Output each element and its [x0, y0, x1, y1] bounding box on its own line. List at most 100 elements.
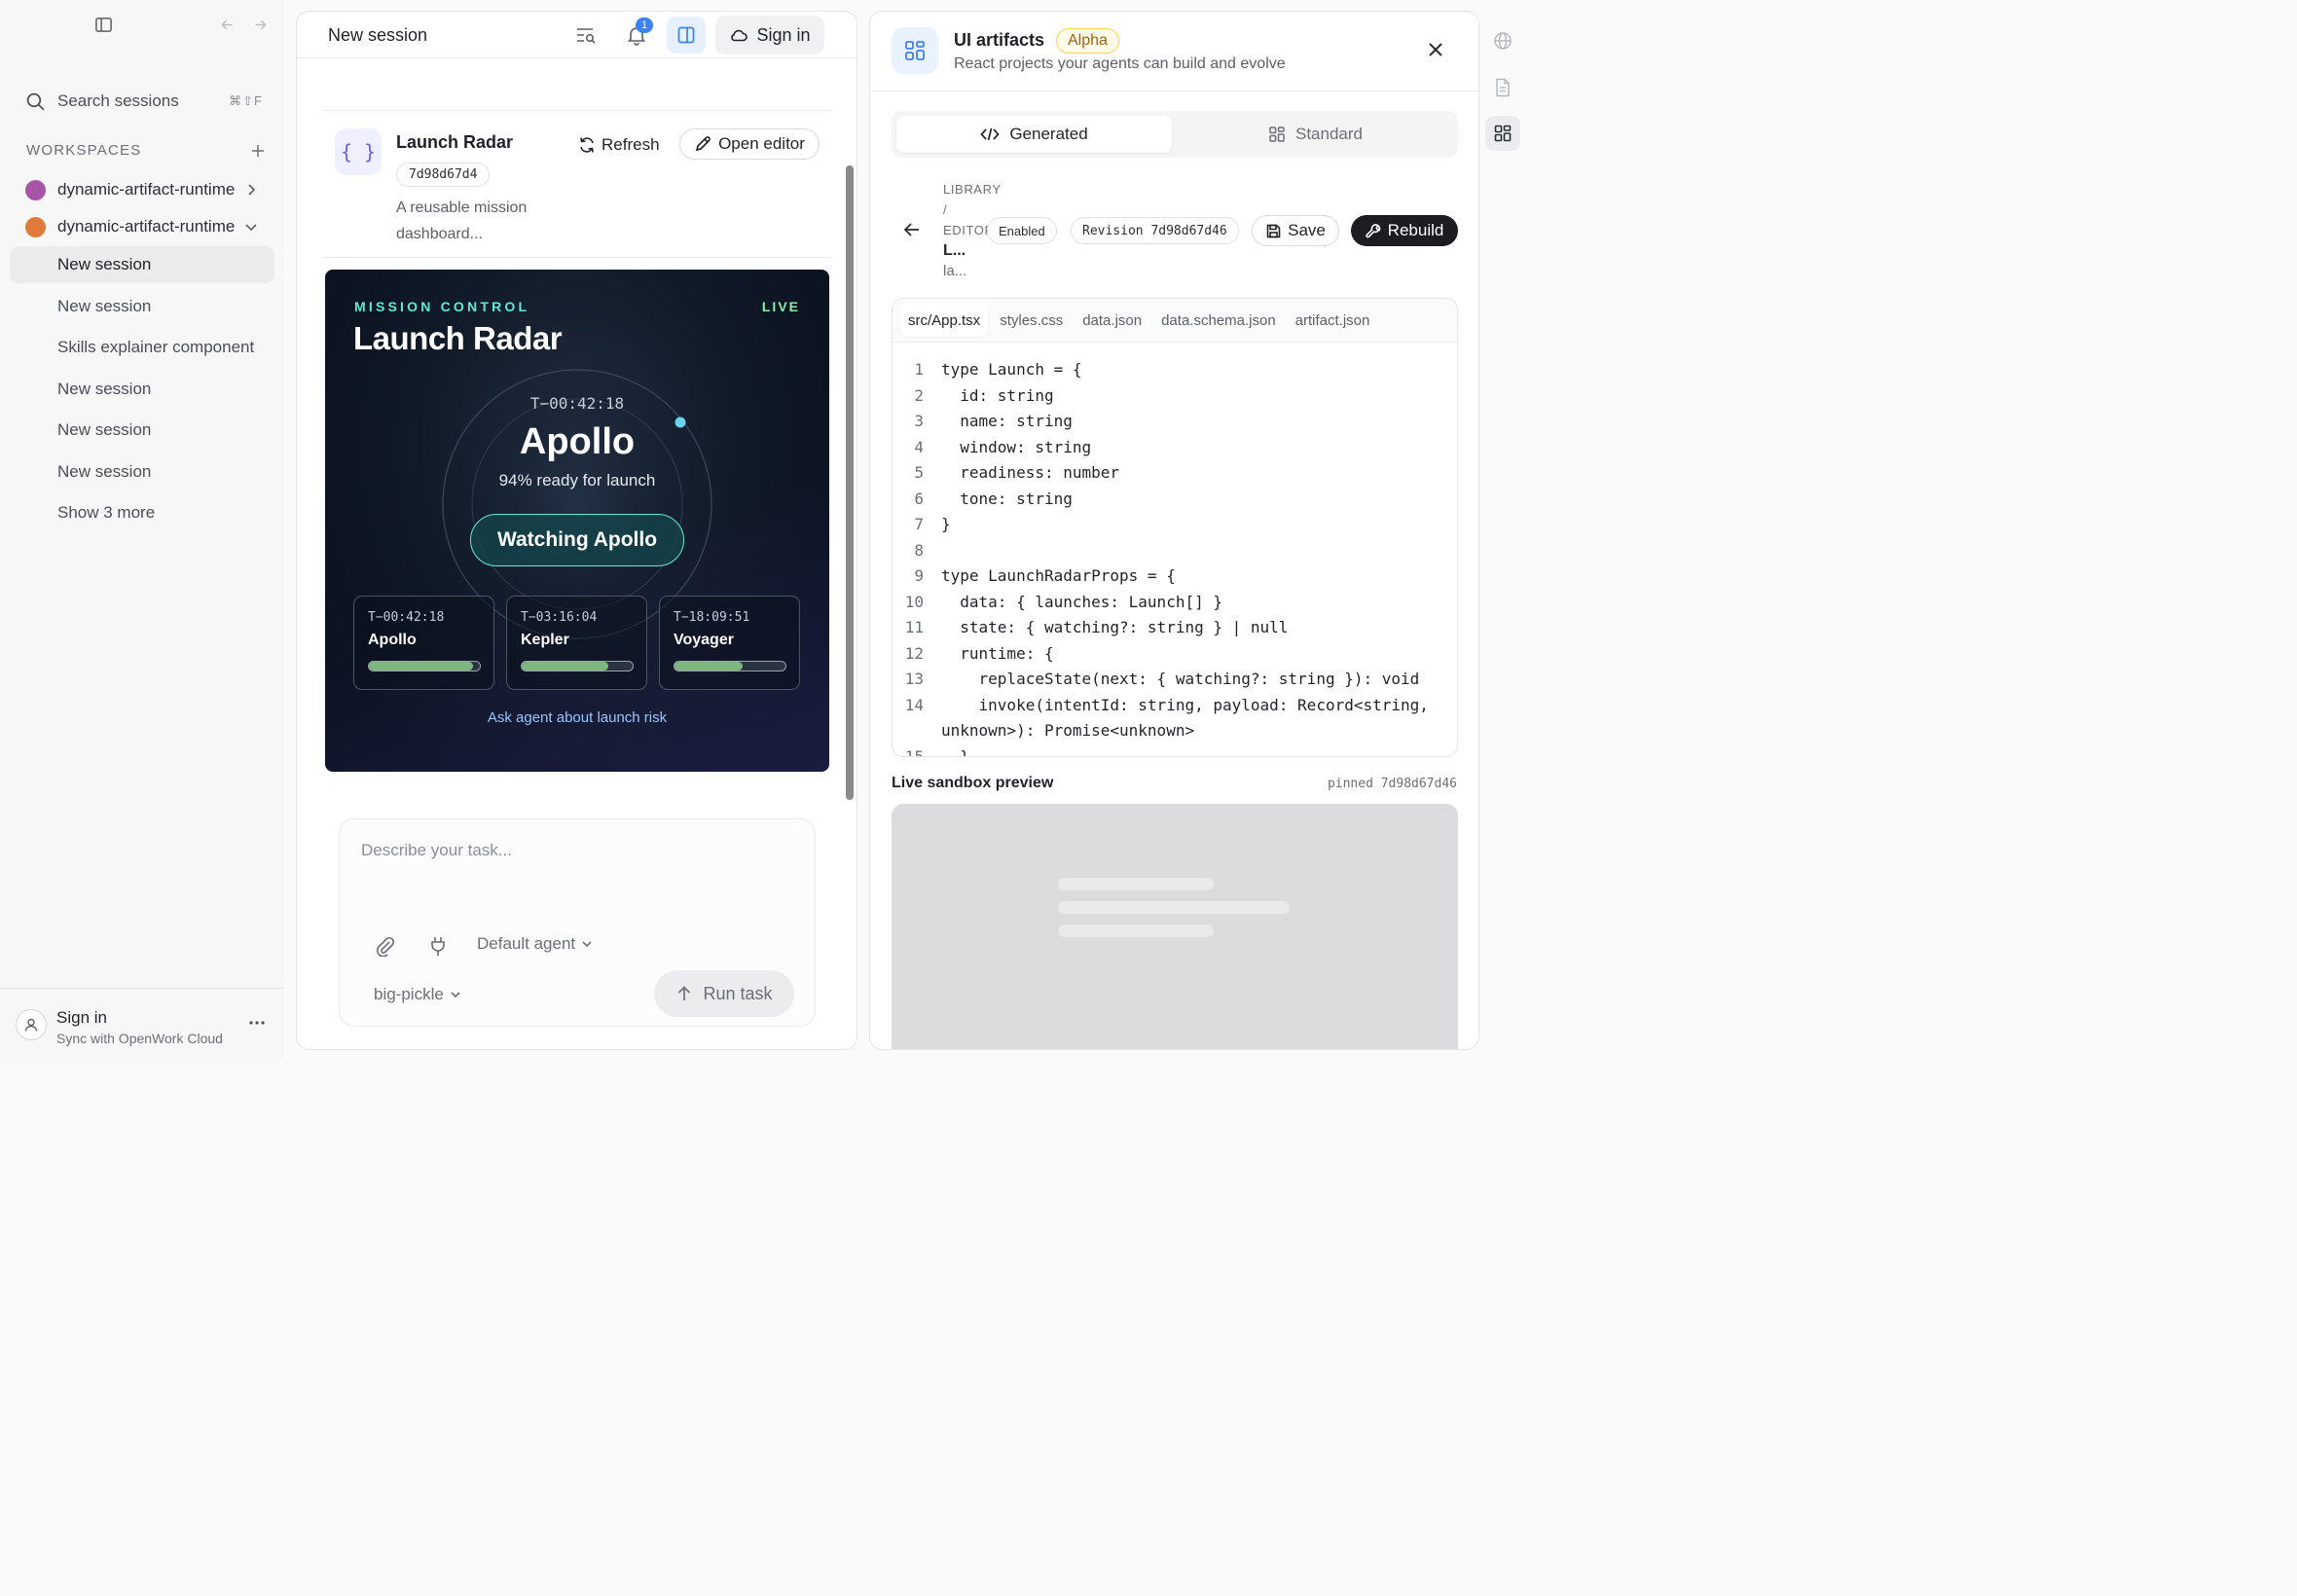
search-shortcut: ⌘⇧F — [229, 93, 263, 108]
search-placeholder: Search sessions — [57, 91, 179, 110]
artifacts-grid-icon[interactable] — [1485, 116, 1520, 151]
save-button[interactable]: Save — [1252, 215, 1339, 246]
code-icon — [980, 127, 1000, 142]
sidebar: Search sessions ⌘⇧F WORKSPACES dynamic-a… — [0, 0, 284, 1061]
line-text: runtime: { — [941, 643, 1054, 663]
task-composer: Default agent big-pickle Run task — [339, 818, 816, 1027]
sandbox-preview — [892, 804, 1458, 1049]
chevron-right-icon[interactable] — [244, 183, 258, 197]
code-line: 7} — [893, 512, 1457, 538]
artifacts-title: UI artifacts — [954, 30, 1045, 50]
add-workspace-icon[interactable] — [250, 143, 266, 159]
back-arrow-icon[interactable] — [219, 17, 236, 33]
model-select[interactable]: big-pickle — [374, 985, 461, 1004]
session-item[interactable]: New session — [10, 412, 274, 449]
refresh-icon — [578, 136, 596, 154]
file-tab-app[interactable]: src/App.tsx — [900, 304, 989, 337]
open-editor-button[interactable]: Open editor — [679, 128, 820, 160]
readiness-bar — [368, 661, 481, 671]
save-icon — [1265, 223, 1282, 239]
chevron-down-icon[interactable] — [244, 220, 258, 234]
readiness-bar — [674, 661, 786, 671]
main-launch-name: Apollo — [519, 421, 636, 462]
sign-in-button[interactable]: Sign in — [715, 16, 824, 54]
mission-control-label: MISSION CONTROL — [354, 299, 530, 314]
tab-generated-label: Generated — [1009, 125, 1088, 143]
document-icon[interactable] — [1485, 70, 1520, 105]
session-item[interactable]: New session — [10, 288, 274, 325]
tab-generated[interactable]: Generated — [896, 116, 1172, 153]
session-item[interactable]: New session — [10, 453, 274, 490]
line-text: tone: string — [941, 489, 1073, 508]
launch-card[interactable]: T−03:16:04 Kepler — [506, 596, 647, 690]
code-content[interactable]: 1 type Launch = { 2 id: string 3 name: st… — [893, 357, 1457, 756]
ask-agent-link[interactable]: Ask agent about launch risk — [325, 709, 829, 726]
file-tab-data[interactable]: data.json — [1075, 304, 1149, 337]
side-panel-toggle[interactable] — [667, 17, 706, 54]
workspace-color-dot — [25, 179, 46, 200]
watching-button[interactable]: Watching Apollo — [470, 514, 684, 566]
file-tab-styles[interactable]: styles.css — [992, 304, 1071, 337]
forward-arrow-icon[interactable] — [252, 17, 269, 33]
run-task-button[interactable]: Run task — [654, 970, 794, 1017]
code-line: 3 name: string — [893, 409, 1457, 435]
grid-icon — [892, 27, 938, 74]
refresh-button[interactable]: Refresh — [578, 130, 660, 160]
paperclip-icon[interactable] — [375, 935, 396, 957]
code-line: unknown>): Promise<unknown> — [893, 718, 1457, 744]
line-number: 10 — [904, 592, 924, 611]
task-input[interactable] — [361, 837, 789, 864]
code-line: 10 data: { launches: Launch[] } — [893, 590, 1457, 616]
file-tab-artifact[interactable]: artifact.json — [1288, 304, 1378, 337]
workspace-item[interactable]: dynamic-artifact-runtime — [25, 213, 259, 240]
code-line: 5 readiness: number — [893, 460, 1457, 487]
scrollbar-thumb[interactable] — [846, 165, 854, 800]
skeleton-line — [1058, 901, 1290, 914]
workspace-item[interactable]: dynamic-artifact-runtime — [25, 176, 259, 203]
open-editor-label: Open editor — [718, 134, 805, 153]
user-icon[interactable] — [16, 1009, 47, 1040]
main-countdown: T−00:42:18 — [529, 394, 625, 413]
braces-icon: { } — [335, 128, 382, 175]
search-log-icon[interactable] — [575, 25, 597, 45]
line-text: invoke(intentId: string, payload: Record… — [941, 695, 1429, 714]
model-label: big-pickle — [374, 985, 444, 1003]
preview-title: Launch Radar — [353, 320, 563, 356]
session-item[interactable]: New session — [10, 246, 274, 283]
launch-name: Kepler — [521, 632, 569, 648]
agent-select[interactable]: Default agent — [477, 934, 593, 954]
line-number: 14 — [904, 695, 924, 714]
enabled-badge[interactable]: Enabled — [987, 217, 1057, 244]
launch-countdown: T−18:09:51 — [674, 610, 750, 625]
code-line: 1 type Launch = { — [893, 357, 1457, 383]
back-arrow-icon[interactable] — [902, 220, 922, 239]
line-text: window: string — [941, 437, 1092, 456]
rebuild-button[interactable]: Rebuild — [1351, 215, 1458, 246]
search-sessions[interactable]: Search sessions ⌘⇧F — [25, 88, 263, 115]
globe-icon[interactable] — [1485, 23, 1520, 58]
file-tab-schema[interactable]: data.schema.json — [1153, 304, 1284, 337]
line-text: data: { launches: Launch[] } — [941, 592, 1222, 611]
toggle-sidebar-icon[interactable] — [94, 16, 113, 34]
launch-countdown: T−03:16:04 — [521, 610, 598, 625]
close-icon[interactable] — [1427, 41, 1444, 58]
main-readiness: 94% ready for launch — [498, 471, 656, 490]
skeleton-line — [1058, 925, 1214, 937]
plug-icon[interactable] — [429, 935, 447, 957]
launch-card[interactable]: T−00:42:18 Apollo — [353, 596, 494, 690]
artifact-card: { } Launch Radar 7d98d67d4 A reusable mi… — [323, 110, 832, 258]
code-line: 8 — [893, 538, 1457, 564]
sign-in-label: Sign in — [756, 24, 811, 45]
more-options-icon[interactable] — [248, 1014, 266, 1032]
tab-standard[interactable]: Standard — [1178, 116, 1453, 153]
session-item[interactable]: New session — [10, 371, 274, 408]
session-item[interactable]: Skills explainer component — [10, 329, 274, 366]
readiness-fill — [675, 662, 743, 671]
show-more-sessions[interactable]: Show 3 more — [10, 494, 274, 531]
footer-sign-in[interactable]: Sign in — [56, 1008, 107, 1028]
breadcrumb-library[interactable]: LIBRARY — [943, 179, 1002, 200]
tab-standard-label: Standard — [1295, 125, 1363, 143]
workspace-name: dynamic-artifact-runtime — [57, 180, 236, 199]
launch-card[interactable]: T−18:09:51 Voyager — [659, 596, 800, 690]
mode-tabs: Generated Standard — [892, 111, 1458, 158]
